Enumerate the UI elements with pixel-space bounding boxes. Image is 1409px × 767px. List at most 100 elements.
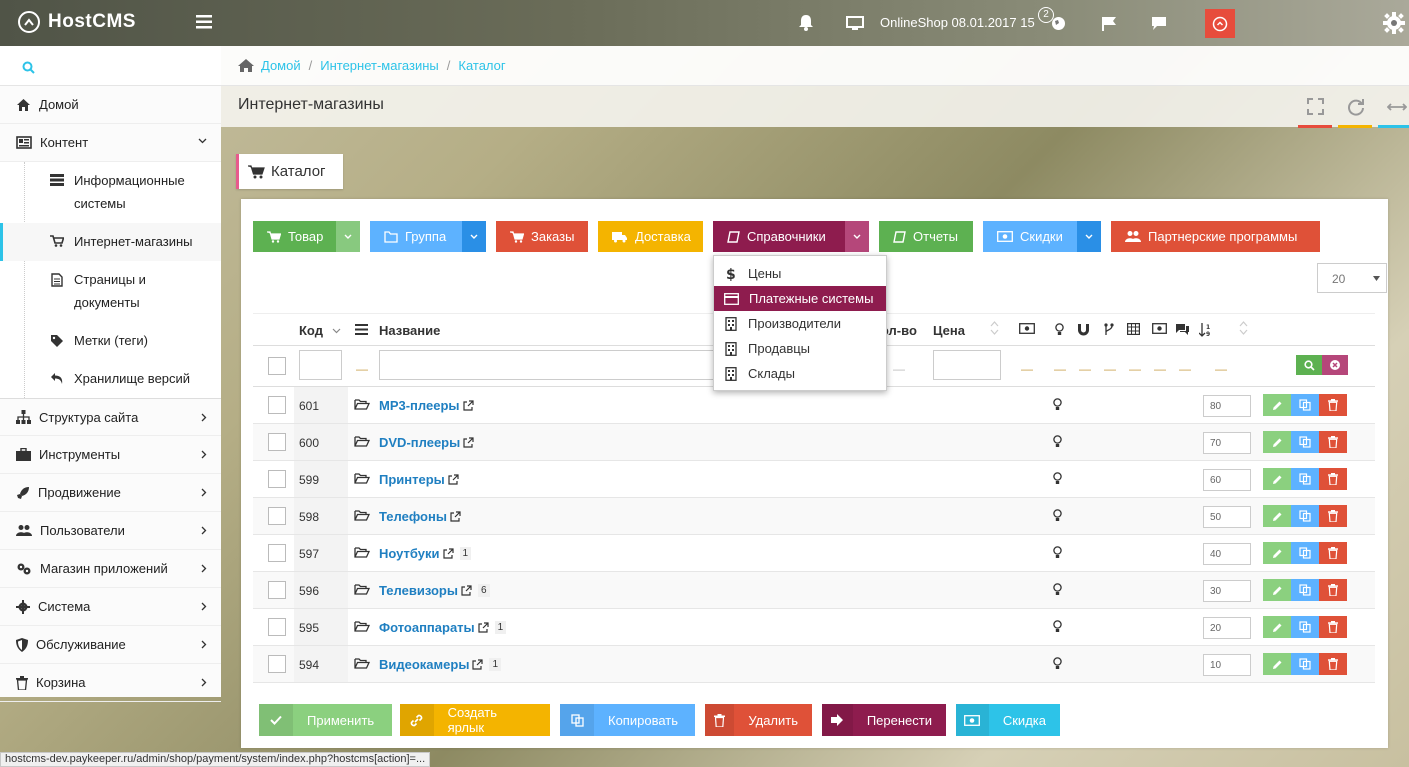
delete-button[interactable]: [1319, 653, 1347, 675]
row-sort-input[interactable]: 10: [1203, 654, 1251, 676]
lightbulb-icon[interactable]: [1053, 620, 1062, 633]
external-link-icon[interactable]: [461, 585, 472, 596]
col-code[interactable]: Код: [299, 323, 323, 338]
delete-button[interactable]: [1319, 431, 1347, 453]
table-row[interactable]: 597 Ноутбуки 1 40: [253, 535, 1375, 572]
partners-button[interactable]: Партнерские программы: [1111, 221, 1320, 252]
external-link-icon[interactable]: [463, 437, 474, 448]
menu-item-warehouses[interactable]: Склады: [714, 361, 886, 386]
row-name-link[interactable]: DVD-плееры: [379, 435, 474, 450]
lightbulb-icon[interactable]: [1053, 435, 1062, 448]
table-row[interactable]: 600 DVD-плееры 70: [253, 424, 1375, 461]
menu-toggle-icon[interactable]: [196, 15, 212, 29]
apply-button[interactable]: Применить: [259, 704, 392, 736]
filter-search-button[interactable]: [1296, 355, 1322, 375]
create-shortcut-button[interactable]: Создать ярлык: [400, 704, 550, 736]
logo[interactable]: HostCMS: [18, 11, 136, 33]
discount-button[interactable]: Скидка: [956, 704, 1060, 736]
external-link-icon[interactable]: [472, 659, 484, 670]
col-price[interactable]: Цена: [933, 323, 965, 338]
filter-name-input[interactable]: [379, 350, 719, 380]
row-name-link[interactable]: Принтеры: [379, 472, 459, 487]
lightbulb-icon[interactable]: [1053, 509, 1062, 522]
menu-item-sellers[interactable]: Продавцы: [714, 336, 886, 361]
discounts-button[interactable]: Скидки: [983, 221, 1101, 252]
copy-button[interactable]: Копировать: [560, 704, 695, 736]
delete-button[interactable]: [1319, 616, 1347, 638]
chevron-down-icon[interactable]: [1077, 221, 1101, 252]
edit-button[interactable]: [1263, 505, 1291, 527]
delete-button[interactable]: [1319, 579, 1347, 601]
bell-icon[interactable]: [798, 14, 814, 31]
delivery-button[interactable]: Доставка: [598, 221, 703, 252]
expand-icon[interactable]: [1387, 102, 1407, 112]
edit-button[interactable]: [1263, 468, 1291, 490]
delete-button[interactable]: Удалить: [705, 704, 812, 736]
move-button[interactable]: Перенести: [822, 704, 946, 736]
external-link-icon[interactable]: [478, 622, 489, 633]
external-link-icon[interactable]: [462, 400, 474, 411]
edit-button[interactable]: [1263, 653, 1291, 675]
row-checkbox[interactable]: [268, 544, 286, 562]
edit-button[interactable]: [1263, 431, 1291, 453]
reports-button[interactable]: Отчеты: [879, 221, 973, 252]
external-link-icon[interactable]: [450, 511, 461, 522]
menu-item-prices[interactable]: $ Цены: [714, 261, 886, 286]
page-size-select[interactable]: 20: [1317, 263, 1387, 293]
row-checkbox[interactable]: [268, 470, 286, 488]
copy-button[interactable]: [1291, 653, 1319, 675]
external-link-icon[interactable]: [442, 548, 454, 559]
lightbulb-icon[interactable]: [1053, 657, 1062, 670]
chevron-down-icon[interactable]: [462, 221, 486, 252]
sidebar-item-structure[interactable]: Структура сайта: [0, 398, 221, 436]
filter-clear-button[interactable]: [1322, 355, 1348, 375]
row-checkbox[interactable]: [268, 655, 286, 673]
sidebar-item-home[interactable]: Домой: [0, 86, 221, 124]
sidebar-item-trash[interactable]: Корзина: [0, 664, 221, 702]
edit-button[interactable]: [1263, 616, 1291, 638]
filter-code-input[interactable]: [299, 350, 342, 380]
edit-button[interactable]: [1263, 579, 1291, 601]
row-checkbox[interactable]: [268, 396, 286, 414]
col-name[interactable]: Название: [379, 323, 440, 338]
row-sort-input[interactable]: 50: [1203, 506, 1251, 528]
menu-item-manufacturers[interactable]: Производители: [714, 311, 886, 336]
sidebar-item-tools[interactable]: Инструменты: [0, 436, 221, 474]
lightbulb-icon[interactable]: [1053, 398, 1062, 411]
copy-button[interactable]: [1291, 468, 1319, 490]
delete-button[interactable]: [1319, 394, 1347, 416]
row-name-link[interactable]: МР3-плееры: [379, 398, 474, 413]
sidebar-search[interactable]: [0, 46, 221, 86]
row-name-link[interactable]: Видеокамеры 1: [379, 657, 501, 672]
copy-button[interactable]: [1291, 542, 1319, 564]
breadcrumb-catalog[interactable]: Каталог: [458, 58, 505, 73]
gear-icon[interactable]: [1383, 12, 1405, 34]
sidebar-item-users[interactable]: Пользователи: [0, 512, 221, 550]
sidebar-item-versions[interactable]: Хранилище версий: [0, 360, 221, 398]
monitor-icon[interactable]: [846, 16, 864, 31]
sidebar-item-infosystems[interactable]: Информационные системы: [0, 162, 221, 223]
sidebar-item-pages[interactable]: Страницы и документы: [0, 261, 221, 322]
copy-button[interactable]: [1291, 616, 1319, 638]
refresh-icon[interactable]: [1347, 98, 1365, 116]
lightbulb-icon[interactable]: [1053, 546, 1062, 559]
lightbulb-icon[interactable]: [1053, 472, 1062, 485]
add-product-button[interactable]: Товар: [253, 221, 360, 252]
chat-icon[interactable]: [1151, 16, 1167, 31]
row-name-link[interactable]: Телефоны: [379, 509, 461, 524]
row-checkbox[interactable]: [268, 581, 286, 599]
table-row[interactable]: 595 Фотоаппараты 1 20: [253, 609, 1375, 646]
sidebar-item-tags[interactable]: Метки (теги): [0, 322, 221, 360]
references-button[interactable]: Справочники: [713, 221, 869, 252]
copy-button[interactable]: [1291, 431, 1319, 453]
tab-catalog[interactable]: Каталог: [236, 154, 343, 189]
breadcrumb-home[interactable]: Домой: [261, 58, 301, 73]
row-checkbox[interactable]: [268, 433, 286, 451]
chevron-down-icon[interactable]: [845, 221, 869, 252]
table-row[interactable]: 599 Принтеры 60: [253, 461, 1375, 498]
row-checkbox[interactable]: [268, 507, 286, 525]
delete-button[interactable]: [1319, 505, 1347, 527]
row-name-link[interactable]: Телевизоры 6: [379, 583, 490, 598]
table-row[interactable]: 601 МР3-плееры 80: [253, 387, 1375, 424]
copy-button[interactable]: [1291, 394, 1319, 416]
